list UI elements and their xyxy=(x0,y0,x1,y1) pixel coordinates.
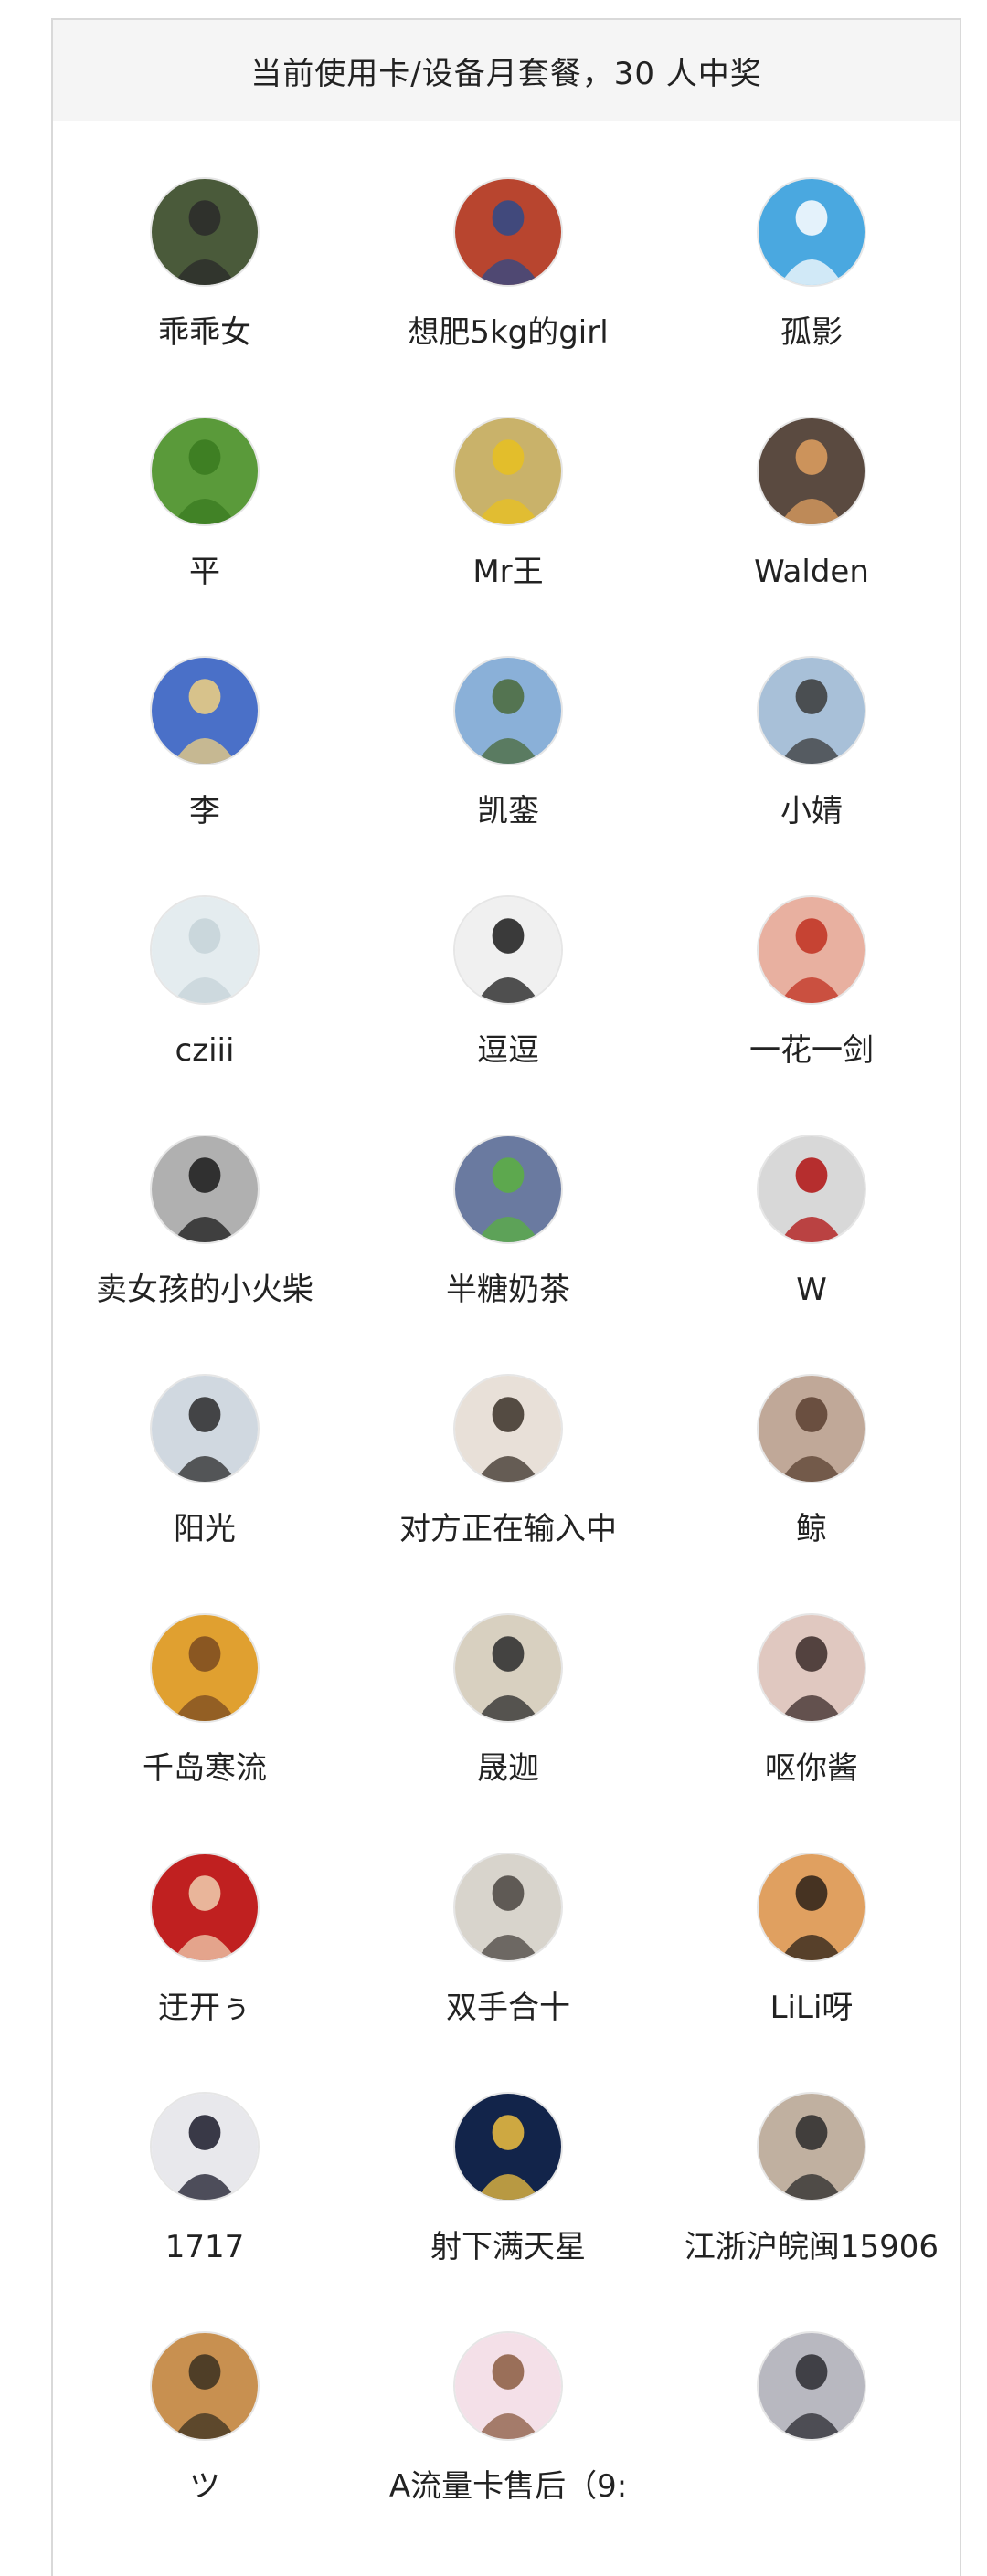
winner-item[interactable]: 双手合十 xyxy=(356,1796,660,2035)
winner-name: 阳光 xyxy=(174,1511,236,1547)
people-at-lookout-icon[interactable] xyxy=(453,656,563,765)
winner-name: Walden xyxy=(754,554,869,590)
two-dogs-icon[interactable] xyxy=(150,1613,260,1723)
winner-name: ツ xyxy=(189,2468,220,2505)
winner-name: 射下满天星 xyxy=(430,2229,586,2265)
winner-item[interactable]: 一花一剑 xyxy=(660,839,963,1078)
girl-portrait-icon[interactable] xyxy=(757,1613,866,1723)
winner-name: 小婧 xyxy=(780,793,843,829)
green-apples-icon[interactable] xyxy=(150,417,260,526)
lion-dance-girl-icon[interactable] xyxy=(150,1853,260,1962)
winner-name: 卖女孩的小火柴 xyxy=(96,1272,313,1308)
winner-name: 1717 xyxy=(164,2229,245,2265)
header-title: 当前使用卡/设备月套餐，30 人中奖 xyxy=(250,55,762,92)
winner-item[interactable]: 1717 xyxy=(53,2035,356,2275)
girl-with-flowers-icon[interactable] xyxy=(757,1374,866,1483)
winner-item[interactable]: A流量卡售后（9: xyxy=(356,2275,660,2514)
shiba-dog-icon[interactable] xyxy=(757,417,866,526)
red-trees-person-icon[interactable] xyxy=(453,177,563,287)
forest-person-icon[interactable] xyxy=(150,177,260,287)
panda-icon[interactable] xyxy=(453,895,563,1005)
kid-green-jacket-icon[interactable] xyxy=(453,1135,563,1244)
cat-sunglasses-icon[interactable] xyxy=(150,1135,260,1244)
winner-name: W xyxy=(796,1272,827,1308)
sunset-silhouette-icon[interactable] xyxy=(757,1853,866,1962)
winner-item[interactable]: 孤影 xyxy=(660,121,963,360)
illustrated-girl-icon[interactable] xyxy=(757,895,866,1005)
winner-item[interactable]: 晟迦 xyxy=(356,1557,660,1796)
placeholder-mountain-icon[interactable] xyxy=(150,895,260,1005)
young-man-icon[interactable] xyxy=(150,1374,260,1483)
winner-name: 千岛寒流 xyxy=(143,1750,267,1787)
cartoon-dog-icon[interactable] xyxy=(757,177,866,287)
winner-item[interactable]: 阳光 xyxy=(53,1317,356,1557)
winner-item[interactable]: 迂开ぅ xyxy=(53,1796,356,2035)
blue-sky-moon-icon[interactable] xyxy=(150,656,260,765)
winner-item[interactable]: 呕你酱 xyxy=(660,1557,963,1796)
boy-glasses-icon[interactable] xyxy=(453,1613,563,1723)
winner-name: 凯銮 xyxy=(477,793,539,829)
winner-name: 迂开ぅ xyxy=(158,1990,251,2026)
person-with-view-icon[interactable] xyxy=(757,656,866,765)
card-header: 当前使用卡/设备月套餐，30 人中奖 xyxy=(53,20,960,121)
winner-name: cziii xyxy=(175,1032,235,1069)
data-plan-ad-icon[interactable] xyxy=(453,2092,563,2201)
winners-card: 当前使用卡/设备月套餐，30 人中奖 乖乖女 想肥5kg的girl 孤影平 Mr王 Wa… xyxy=(51,18,961,2576)
winner-item[interactable]: Mr王 xyxy=(356,360,660,599)
winner-name: 平 xyxy=(189,554,220,590)
winner-name: 呕你酱 xyxy=(765,1750,858,1787)
winner-item[interactable]: W xyxy=(660,1078,963,1317)
winner-item[interactable]: 半糖奶茶 xyxy=(356,1078,660,1317)
china-jiayou-icon[interactable] xyxy=(757,1135,866,1244)
winner-item[interactable]: ツ xyxy=(53,2275,356,2514)
man-eating-icon[interactable] xyxy=(757,2092,866,2201)
winner-item[interactable]: 小婧 xyxy=(660,599,963,839)
winner-item[interactable]: 鲸 xyxy=(660,1317,963,1557)
winner-item[interactable]: 千岛寒流 xyxy=(53,1557,356,1796)
winner-name: Mr王 xyxy=(472,554,544,590)
winner-name: 半糖奶茶 xyxy=(446,1272,570,1308)
winner-item[interactable]: 逗逗 xyxy=(356,839,660,1078)
winner-name: 晟迦 xyxy=(477,1750,539,1787)
winner-name: 江浙沪皖闽15906 xyxy=(684,2229,939,2265)
winner-name: 对方正在输入中 xyxy=(399,1511,617,1547)
winner-item[interactable] xyxy=(660,2275,963,2514)
anime-man-icon[interactable] xyxy=(757,2331,866,2441)
person-glasses-icon[interactable] xyxy=(453,1374,563,1483)
winner-name: LiLi呀 xyxy=(769,1990,854,2026)
winner-item[interactable]: 平 xyxy=(53,360,356,599)
winner-name: A流量卡售后（9: xyxy=(388,2468,628,2505)
winner-item[interactable]: 射下满天星 xyxy=(356,2035,660,2275)
winner-name: 孤影 xyxy=(780,314,843,351)
winner-item[interactable]: 凯銮 xyxy=(356,599,660,839)
cartoon-girl-drink-icon[interactable] xyxy=(453,2331,563,2441)
winner-name: 鲸 xyxy=(796,1511,827,1547)
winner-item[interactable]: 想肥5kg的girl xyxy=(356,121,660,360)
winner-item[interactable]: cziii xyxy=(53,839,356,1078)
winner-item[interactable]: 李 xyxy=(53,599,356,839)
calligraphy-yang-icon[interactable] xyxy=(453,1853,563,1962)
field-sunset-icon[interactable] xyxy=(150,2331,260,2441)
winner-item[interactable]: Walden xyxy=(660,360,963,599)
winner-name: 一花一剑 xyxy=(749,1032,874,1069)
winner-name: 乖乖女 xyxy=(158,314,251,351)
winner-name: 双手合十 xyxy=(446,1990,570,2026)
winner-name: 逗逗 xyxy=(477,1032,539,1069)
winner-name: 想肥5kg的girl xyxy=(408,314,609,351)
winner-item[interactable]: LiLi呀 xyxy=(660,1796,963,2035)
winner-name: 李 xyxy=(189,793,220,829)
winner-item[interactable]: 卖女孩的小火柴 xyxy=(53,1078,356,1317)
toy-car-kid-icon[interactable] xyxy=(453,417,563,526)
winner-item[interactable]: 对方正在输入中 xyxy=(356,1317,660,1557)
winner-item[interactable]: 乖乖女 xyxy=(53,121,356,360)
winner-item[interactable]: 江浙沪皖闽15906 xyxy=(660,2035,963,2275)
anime-boy-icon[interactable] xyxy=(150,2092,260,2201)
